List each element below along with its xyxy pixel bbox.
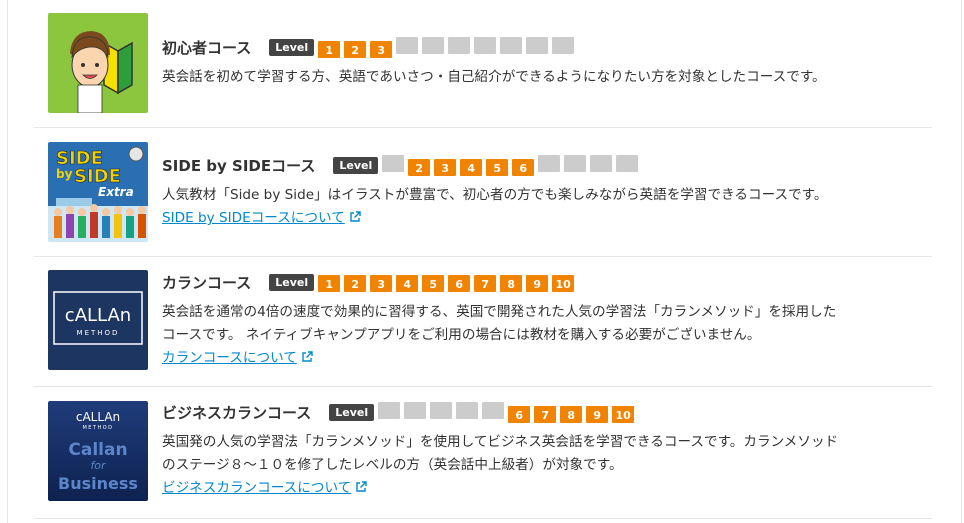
level-box: [616, 154, 639, 172]
level-badge: Level: [269, 273, 315, 291]
external-link-icon: [356, 481, 367, 492]
level-box: [430, 401, 453, 419]
level-box: [482, 401, 505, 419]
level-box: 5: [486, 158, 509, 176]
side-by-side-course-image[interactable]: SIDE by SIDE Extra: [48, 142, 148, 242]
level-box: 7: [474, 274, 497, 292]
level-box: 2: [408, 158, 431, 176]
external-link-icon: [350, 211, 361, 222]
external-link-icon: [302, 351, 313, 362]
level-box: 8: [500, 274, 523, 292]
level-indicators: 1 2 3 4 5 6 7 8 9 10: [318, 273, 578, 292]
level-box: 4: [396, 274, 419, 292]
course-detail-link[interactable]: ビジネスカランコースについて: [162, 477, 367, 500]
business-callan-course-image[interactable]: cALLAn METHOD Callan for Business: [48, 401, 148, 501]
level-box: [538, 154, 561, 172]
level-box: 3: [370, 274, 393, 292]
level-box: 1: [318, 40, 341, 58]
course-detail-link-text[interactable]: SIDE by SIDEコースについて: [162, 210, 345, 226]
course-title-row: 初心者コース Level 123: [162, 36, 922, 58]
level-box: 2: [344, 274, 367, 292]
course-title[interactable]: カランコース: [162, 272, 251, 293]
thumb-text-method: METHOD: [77, 329, 120, 337]
thumb-text-word2: for: [90, 459, 107, 472]
course-description-line: のステージ８～１０を修了したレベルの方（英会話中上級者）が対象です。: [162, 457, 623, 473]
course-title-row: カランコース Level 1 2 3 4 5 6 7 8 9 10: [162, 271, 922, 293]
thumb-text-word1: Callan: [68, 440, 127, 460]
course-detail-link[interactable]: カランコースについて: [162, 347, 313, 370]
level-box: [564, 154, 587, 172]
course-description: 英会話を通常の4倍の速度で効果的に習得する、英国で開発された人気の学習法「カラン…: [162, 301, 922, 347]
level-box: [500, 36, 523, 54]
course-title[interactable]: SIDE by SIDEコース: [162, 155, 315, 176]
thumb-text-method: METHOD: [82, 425, 113, 431]
level-box: 6: [512, 158, 535, 176]
course-title[interactable]: ビジネスカランコース: [162, 402, 311, 423]
level-box: [448, 36, 471, 54]
level-box: [526, 36, 549, 54]
course-item-side-by-side: SIDE by SIDE Extra SIDE by SIDEコース Level…: [34, 127, 932, 257]
thumb-text-extra: Extra: [98, 185, 134, 199]
course-description: 人気教材「Side by Side」はイラストが豊富で、初心者の方でも楽しみなが…: [162, 187, 828, 203]
course-item-business-callan: cALLAn METHOD Callan for Business ビジネスカラ…: [34, 386, 932, 519]
callan-course-image[interactable]: cALLAn METHOD: [48, 270, 148, 370]
level-badge: Level: [333, 156, 379, 174]
level-indicators: 123: [318, 36, 578, 58]
course-description: 英会話を初めて学習する方、英語であいさつ・自己紹介ができるようになりたい方を対象…: [162, 69, 826, 85]
level-box: 9: [586, 405, 609, 423]
level-box: [456, 401, 479, 419]
level-box: 6: [508, 405, 531, 423]
level-box: 1: [318, 274, 341, 292]
level-box: [590, 154, 613, 172]
level-box: [404, 401, 427, 419]
level-box: 6: [448, 274, 471, 292]
course-title[interactable]: 初心者コース: [162, 37, 251, 58]
level-indicators: 23456: [382, 154, 642, 176]
course-item-beginner: 初心者コース Level 123 英会話を初めて学習する方、英語であいさつ・自己…: [34, 0, 932, 128]
level-box: [552, 36, 575, 54]
level-box: 8: [560, 405, 583, 423]
thumb-text-by: by: [56, 167, 73, 181]
level-box: [474, 36, 497, 54]
level-box: [378, 401, 401, 419]
course-detail-link[interactable]: SIDE by SIDEコースについて: [162, 207, 361, 230]
course-item-callan: cALLAn METHOD カランコース Level 1 2 3 4 5 6 7 8 9 10 英…: [34, 256, 932, 387]
thumb-text-word3: Business: [58, 474, 138, 493]
level-box: 10: [552, 274, 575, 292]
course-title-row: SIDE by SIDEコース Level 23456: [162, 154, 922, 176]
level-badge: Level: [329, 403, 375, 421]
course-description: 英国発の人気の学習法「カランメソッド」を使用してビジネス英会話を学習できるコース…: [162, 431, 922, 477]
level-badge: Level: [269, 38, 315, 56]
level-box: 10: [612, 405, 635, 423]
thumb-text-callan: cALLAn: [76, 410, 120, 424]
level-box: 4: [460, 158, 483, 176]
level-box: [396, 36, 419, 54]
level-box: [422, 36, 445, 54]
level-box: 2: [344, 40, 367, 58]
course-title-row: ビジネスカランコース Level 6 7 8 9 10: [162, 401, 922, 423]
course-description-line: コースです。 ネイティブキャンプアプリをご利用の場合には教材を購入する必要がござ…: [162, 327, 761, 343]
level-indicators: 6 7 8 9 10: [378, 401, 638, 423]
level-box: 5: [422, 274, 445, 292]
course-description-line: 英会話を通常の4倍の速度で効果的に習得する、英国で開発された人気の学習法「カラン…: [162, 304, 837, 320]
course-detail-link-text[interactable]: カランコースについて: [162, 350, 297, 366]
thumb-text-side2: SIDE: [74, 166, 121, 187]
course-description-line: 英国発の人気の学習法「カランメソッド」を使用してビジネス英会話を学習できるコース…: [162, 434, 839, 450]
level-box: 3: [370, 40, 393, 58]
beginner-course-image[interactable]: [48, 13, 148, 113]
course-detail-link-text[interactable]: ビジネスカランコースについて: [162, 480, 351, 496]
level-box: [382, 154, 405, 172]
thumb-text-callan: cALLAn: [65, 305, 131, 326]
level-box: 7: [534, 405, 557, 423]
level-box: 9: [526, 274, 549, 292]
level-box: 3: [434, 158, 457, 176]
